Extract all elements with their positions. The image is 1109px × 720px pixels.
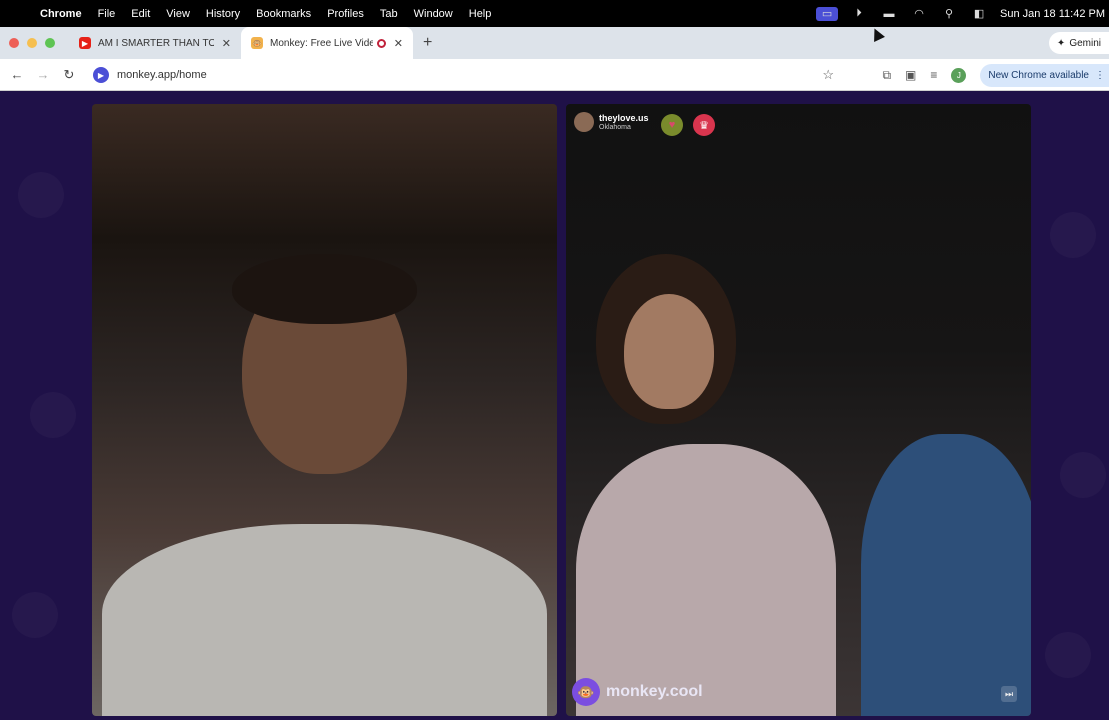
zoom-window-icon[interactable] — [45, 38, 55, 48]
paw-decoration — [1045, 632, 1091, 678]
remote-video-feed: theylove.us Oklahoma ♥ ♛ 🐵 monkey.cool ⏭ — [566, 104, 1031, 716]
menu-app-name[interactable]: Chrome — [40, 8, 82, 20]
page-content: theylove.us Oklahoma ♥ ♛ 🐵 monkey.cool ⏭ — [0, 92, 1109, 720]
second-person-silhouette — [861, 434, 1031, 716]
menu-view[interactable]: View — [166, 8, 190, 20]
site-info-icon[interactable]: ▶ — [93, 67, 109, 83]
menu-tab[interactable]: Tab — [380, 8, 398, 20]
chrome-toolbar: ← → ↻ ▶ monkey.app/home ☆ ⧉ ▣ ≡ J New Ch… — [0, 59, 1109, 91]
profile-avatar[interactable]: J — [951, 67, 967, 83]
menu-help[interactable]: Help — [469, 8, 492, 20]
screen-record-icon[interactable]: ▭ — [816, 6, 839, 21]
monkey-icon: 🐵 — [251, 37, 263, 49]
paw-decoration — [1060, 452, 1106, 498]
window-controls — [9, 38, 55, 48]
menu-edit[interactable]: Edit — [131, 8, 150, 20]
update-label: New Chrome available — [988, 69, 1089, 81]
minimize-window-icon[interactable] — [27, 38, 37, 48]
extensions-icon[interactable]: ⧉ — [882, 68, 891, 83]
youtube-icon: ▶ — [79, 37, 91, 49]
new-chrome-available-button[interactable]: New Chrome available ⋮ — [980, 63, 1109, 87]
person-silhouette — [576, 444, 836, 716]
close-tab-icon[interactable]: ✕ — [394, 37, 403, 50]
menubar-clock[interactable]: Sun Jan 18 11:42 PM — [1000, 8, 1105, 20]
paw-decoration — [12, 592, 58, 638]
address-bar[interactable]: ▶ monkey.app/home ☆ — [88, 63, 848, 87]
new-tab-icon[interactable]: + — [423, 34, 432, 52]
tab-youtube[interactable]: ▶ AM I SMARTER THAN TOGI? ✕ — [69, 27, 241, 59]
macos-menu-bar: Chrome File Edit View History Bookmarks … — [0, 0, 1109, 27]
reload-icon[interactable]: ↻ — [56, 67, 82, 83]
recording-indicator-icon — [376, 38, 386, 48]
monkey-logo-icon: 🐵 — [572, 678, 600, 706]
person-silhouette — [102, 524, 547, 716]
battery-icon[interactable]: ▬ — [880, 7, 898, 21]
control-center-icon[interactable]: ◧ — [970, 7, 988, 21]
tab-monkey[interactable]: 🐵 Monkey: Free Live Video Chat ✕ — [241, 27, 413, 59]
tab-title: Monkey: Free Live Video Chat — [270, 37, 373, 49]
tab-title: AM I SMARTER THAN TOGI? — [98, 37, 214, 49]
menu-file[interactable]: File — [98, 8, 116, 20]
remote-username: theylove.us — [599, 112, 649, 123]
address-url[interactable]: monkey.app/home — [117, 69, 207, 81]
local-video-feed — [92, 104, 557, 716]
remote-user-avatar — [574, 112, 594, 132]
gemini-label: Gemini — [1069, 37, 1101, 49]
paw-decoration — [30, 392, 76, 438]
more-menu-icon[interactable]: ⋮ — [1095, 70, 1105, 81]
menu-bookmarks[interactable]: Bookmarks — [256, 8, 311, 20]
brand-watermark: 🐵 monkey.cool — [572, 678, 703, 706]
forward-arrow-icon[interactable]: → — [30, 67, 56, 82]
person-face — [624, 294, 714, 409]
wifi-icon[interactable]: ◠ — [910, 7, 928, 21]
remote-user-chip[interactable]: theylove.us Oklahoma — [574, 112, 649, 132]
reading-list-icon[interactable]: ≡ — [930, 68, 937, 82]
play-status-icon[interactable]: ⏵ — [850, 7, 868, 21]
heart-badge-icon[interactable]: ♥ — [661, 114, 683, 136]
cast-icon[interactable]: ▣ — [905, 68, 916, 82]
menu-history[interactable]: History — [206, 8, 240, 20]
award-badge-icon[interactable]: ♛ — [693, 114, 715, 136]
menu-profiles[interactable]: Profiles — [327, 8, 364, 20]
person-hair — [232, 254, 417, 324]
menu-window[interactable]: Window — [414, 8, 453, 20]
close-tab-icon[interactable]: ✕ — [222, 37, 231, 50]
skip-forward-icon[interactable]: ⏭ — [1001, 686, 1017, 702]
back-arrow-icon[interactable]: ← — [4, 67, 30, 82]
paw-decoration — [1050, 212, 1096, 258]
paw-decoration — [18, 172, 64, 218]
brand-text: monkey.cool — [606, 683, 703, 700]
chrome-tab-strip: ▶ AM I SMARTER THAN TOGI? ✕ 🐵 Monkey: Fr… — [0, 27, 1109, 59]
spotlight-search-icon[interactable]: ⚲ — [940, 7, 958, 21]
sparkle-icon: ✦ — [1056, 37, 1066, 49]
close-window-icon[interactable] — [9, 38, 19, 48]
remote-location: Oklahoma — [599, 123, 631, 131]
bookmark-star-icon[interactable]: ☆ — [822, 67, 834, 83]
gemini-button[interactable]: ✦ Gemini — [1048, 32, 1109, 54]
